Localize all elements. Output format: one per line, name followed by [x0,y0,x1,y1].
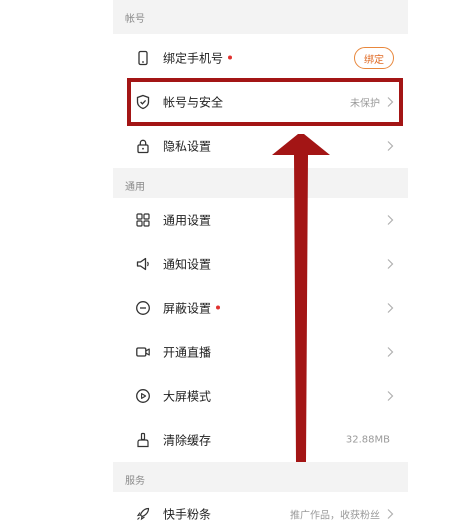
section-title: 帐号 [125,13,145,25]
row-value: 推广作品，收获粉丝 [290,510,380,522]
grid-icon [135,212,151,228]
row-kuaishou-fans[interactable]: 快手粉条 推广作品，收获粉丝 [113,492,408,531]
row-label: 屏蔽设置 [163,301,212,316]
chevron-right-icon [387,141,394,151]
row-block-settings[interactable]: 屏蔽设置 [113,286,408,330]
row-label: 帐号与安全 [163,95,224,110]
notification-dot [228,55,233,59]
notification-dot [216,305,221,309]
row-clear-cache[interactable]: 清除缓存 32.88MB [113,418,408,462]
section-header-services: 服务 [113,462,408,496]
play-screen-icon [135,388,151,404]
chevron-right-icon [387,509,394,519]
speaker-icon [135,256,151,272]
video-camera-icon [135,344,151,360]
row-label: 隐私设置 [163,139,212,154]
bind-phone-button[interactable]: 绑定 [354,47,394,69]
row-general-settings[interactable]: 通用设置 [113,198,408,242]
row-value: 未保护 [350,98,380,110]
section-title: 服务 [125,475,145,487]
rocket-icon [135,506,151,522]
chevron-right-icon [387,259,394,269]
section-header-account: 帐号 [113,0,408,34]
chevron-right-icon [387,391,394,401]
minus-circle-icon [135,300,151,316]
row-large-screen[interactable]: 大屏模式 [113,374,408,418]
broom-icon [135,432,151,448]
row-label: 绑定手机号 [163,51,224,66]
row-live[interactable]: 开通直播 [113,330,408,374]
row-label: 通知设置 [163,257,212,272]
shield-check-icon [135,94,151,110]
settings-panel: 帐号 绑定手机号 绑定 帐号与安全 未保护 隐私设置 通用 通用设置 通知设置 … [113,0,408,531]
row-bind-phone[interactable]: 绑定手机号 绑定 [113,36,408,80]
section-header-general: 通用 [113,168,408,202]
section-title: 通用 [125,181,145,193]
row-label: 清除缓存 [163,433,212,448]
chevron-right-icon [387,303,394,313]
chevron-right-icon [387,97,394,107]
lock-icon [135,138,151,154]
chevron-right-icon [387,215,394,225]
row-account-security[interactable]: 帐号与安全 未保护 [113,80,408,124]
row-label: 开通直播 [163,345,212,360]
row-privacy[interactable]: 隐私设置 [113,124,408,168]
row-label: 通用设置 [163,213,212,228]
chevron-right-icon [387,347,394,357]
cache-size-value: 32.88MB [345,434,390,446]
row-notifications[interactable]: 通知设置 [113,242,408,286]
row-label: 快手粉条 [163,507,212,522]
row-label: 大屏模式 [163,389,212,404]
phone-icon [135,50,151,66]
